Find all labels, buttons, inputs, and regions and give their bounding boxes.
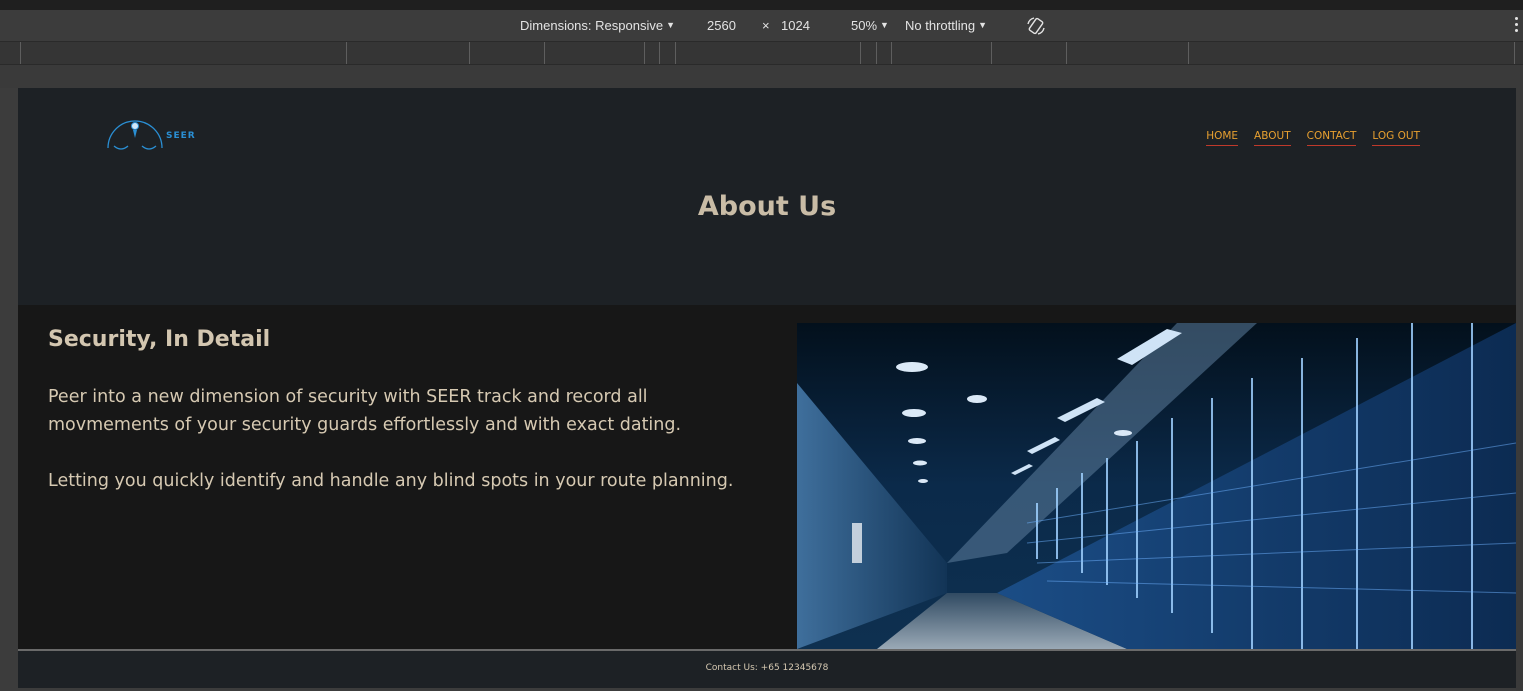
viewport-margin (0, 65, 1523, 88)
page-title: About Us (697, 191, 837, 222)
caret-down-icon: ▼ (880, 20, 889, 30)
window-top-strip (0, 0, 1523, 10)
nav-home-link[interactable]: HOME (1206, 130, 1239, 146)
caret-down-icon: ▼ (666, 20, 675, 30)
nav-logout-link[interactable]: LOG OUT (1372, 130, 1420, 146)
section-heading: Security, In Detail (48, 327, 271, 352)
nav-about-link[interactable]: ABOUT (1254, 130, 1291, 146)
about-section: Security, In Detail Peer into a new dime… (18, 305, 1516, 649)
nav-contact-link[interactable]: CONTACT (1306, 130, 1357, 146)
rotate-icon[interactable] (1025, 15, 1047, 37)
zoom-label: 50% (851, 18, 878, 33)
zoom-dropdown[interactable]: 50% ▼ (851, 18, 889, 33)
device-toolbar: Dimensions: Responsive ▼ 2560 × 1024 50% ▼… (0, 10, 1523, 41)
throttling-dropdown[interactable]: No throttling ▼ (905, 18, 987, 33)
more-options-icon[interactable] (1515, 17, 1519, 35)
height-input[interactable]: 1024 (781, 18, 810, 33)
width-input[interactable]: 2560 (707, 18, 736, 33)
logo-text: SEER (166, 131, 196, 141)
server-room-image (797, 323, 1516, 649)
main-nav: HOME ABOUT CONTACT LOG OUT (1206, 130, 1420, 146)
media-query-ruler[interactable] (0, 41, 1523, 65)
detail-paragraph: Letting you quickly identify and handle … (48, 471, 734, 491)
throttling-label: No throttling (905, 18, 976, 33)
dimensions-label: Dimensions: Responsive (520, 18, 664, 33)
times-icon: × (762, 18, 770, 33)
emulated-viewport: SEER HOME ABOUT CONTACT LOG OUT About Us… (18, 88, 1516, 688)
viewport-margin-right (1516, 88, 1523, 691)
caret-down-icon: ▼ (978, 20, 988, 30)
intro-paragraph: Peer into a new dimension of security wi… (48, 387, 682, 435)
footer-contact-text: Contact Us: +65 12345678 (705, 663, 829, 673)
site-footer: Contact Us: +65 12345678 (18, 649, 1516, 688)
dimensions-dropdown[interactable]: Dimensions: Responsive ▼ (520, 18, 675, 33)
site-header: SEER HOME ABOUT CONTACT LOG OUT About Us (18, 88, 1516, 305)
